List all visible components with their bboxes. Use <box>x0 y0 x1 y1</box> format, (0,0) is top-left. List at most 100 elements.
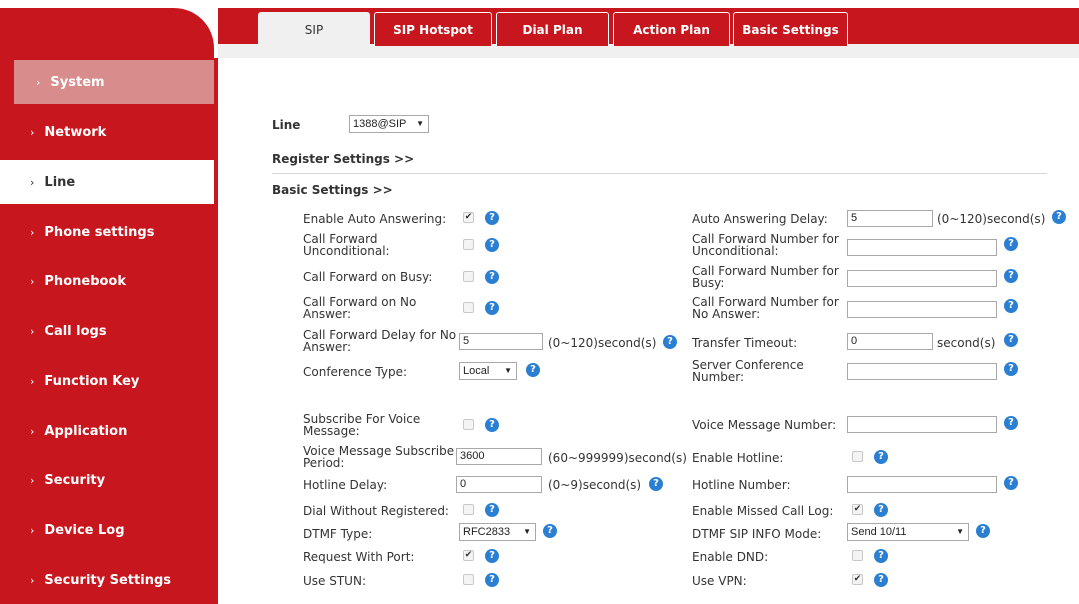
aa-delay-label: Auto Answering Delay: <box>692 212 828 226</box>
tab-sip[interactable]: SIP <box>258 12 370 46</box>
line-label: Line <box>272 118 301 132</box>
req-port-checkbox[interactable]: ✔ <box>463 550 474 561</box>
aa-delay-input[interactable]: 5 <box>847 210 933 227</box>
help-icon[interactable]: ? <box>1004 299 1018 313</box>
dtmf-info-value: Send 10/11 <box>851 526 907 538</box>
dtmf-info-label: DTMF SIP INFO Mode: <box>692 527 822 541</box>
divider <box>272 173 1047 174</box>
sidebar-item-phone-settings[interactable]: › Phone settings <box>0 210 214 254</box>
help-icon[interactable]: ? <box>1052 210 1066 224</box>
sidebar-item-system[interactable]: › System <box>14 60 214 104</box>
sidebar-top-curve <box>0 0 218 58</box>
help-icon[interactable]: ? <box>976 524 990 538</box>
help-icon[interactable]: ? <box>485 211 499 225</box>
help-icon[interactable]: ? <box>874 573 888 587</box>
vm-number-input[interactable] <box>847 416 997 433</box>
sidebar-item-network[interactable]: › Network <box>0 110 214 154</box>
help-icon[interactable]: ? <box>543 524 557 538</box>
hotline-number-input[interactable] <box>847 476 997 493</box>
cf-delay-input[interactable]: 5 <box>459 333 543 350</box>
chevron-right-icon: › <box>30 324 35 338</box>
cfn-busy-input[interactable] <box>847 270 997 287</box>
chevron-right-icon: › <box>30 374 35 388</box>
help-icon[interactable]: ? <box>485 238 499 252</box>
sidebar-item-line[interactable]: › Line <box>0 160 214 204</box>
sidebar-item-security-settings[interactable]: › Security Settings <box>0 558 214 602</box>
tab-sip-hotspot[interactable]: SIP Hotspot <box>374 12 492 46</box>
help-icon[interactable]: ? <box>526 363 540 377</box>
help-icon[interactable]: ? <box>874 450 888 464</box>
sidebar-item-label: Call logs <box>44 323 107 339</box>
help-icon[interactable]: ? <box>485 549 499 563</box>
vm-period-input[interactable]: 3600 <box>456 448 542 465</box>
sidebar-item-security[interactable]: › Security <box>0 458 214 502</box>
cf-uncond-label-2: Unconditional: <box>303 244 390 258</box>
help-icon[interactable]: ? <box>1004 237 1018 251</box>
chevron-right-icon: › <box>30 274 35 288</box>
chevron-down-icon: ▼ <box>956 527 964 536</box>
sidebar-item-device-log[interactable]: › Device Log <box>0 508 214 552</box>
missed-log-label: Enable Missed Call Log: <box>692 504 834 518</box>
help-icon[interactable]: ? <box>485 301 499 315</box>
dtmf-info-select[interactable]: Send 10/11 ▼ <box>847 523 969 541</box>
register-settings-link[interactable]: Register Settings >> <box>272 153 414 165</box>
hotline-delay-input[interactable]: 0 <box>456 476 542 493</box>
sidebar-item-application[interactable]: › Application <box>0 409 214 453</box>
chevron-right-icon: › <box>30 573 35 587</box>
help-icon[interactable]: ? <box>485 270 499 284</box>
cf-busy-checkbox[interactable] <box>463 271 474 282</box>
help-icon[interactable]: ? <box>1004 269 1018 283</box>
dial-without-label: Dial Without Registered: <box>303 504 449 518</box>
cfn-noans-input[interactable] <box>847 301 997 318</box>
cf-busy-label: Call Forward on Busy: <box>303 270 433 284</box>
vm-period-label-2: Period: <box>303 456 345 470</box>
help-icon[interactable]: ? <box>485 418 499 432</box>
help-icon[interactable]: ? <box>649 477 663 491</box>
conf-type-select[interactable]: Local ▼ <box>459 362 517 380</box>
help-icon[interactable]: ? <box>874 503 888 517</box>
enable-hotline-checkbox[interactable] <box>852 451 863 462</box>
use-vpn-label: Use VPN: <box>692 574 747 588</box>
cf-uncond-checkbox[interactable] <box>463 239 474 250</box>
sidebar-item-label: Application <box>44 423 128 439</box>
sidebar-item-label: System <box>50 74 105 90</box>
dtmf-type-label: DTMF Type: <box>303 527 373 541</box>
dial-without-checkbox[interactable] <box>463 504 474 515</box>
sidebar-item-label: Function Key <box>44 373 140 389</box>
sidebar-item-phonebook[interactable]: › Phonebook <box>0 259 214 303</box>
use-vpn-checkbox[interactable]: ✔ <box>852 574 863 585</box>
help-icon[interactable]: ? <box>1004 416 1018 430</box>
sub-voice-checkbox[interactable] <box>463 419 474 430</box>
help-icon[interactable]: ? <box>1004 476 1018 490</box>
tab-basic-settings[interactable]: Basic Settings <box>733 12 848 46</box>
sidebar-item-label: Security Settings <box>44 572 171 588</box>
auto-answer-checkbox[interactable]: ✔ <box>463 212 474 223</box>
help-icon[interactable]: ? <box>663 335 677 349</box>
auto-answer-label: Enable Auto Answering: <box>303 212 447 226</box>
help-icon[interactable]: ? <box>485 503 499 517</box>
help-icon[interactable]: ? <box>1004 362 1018 376</box>
tab-action-plan[interactable]: Action Plan <box>613 12 730 46</box>
tab-dial-plan[interactable]: Dial Plan <box>496 12 609 46</box>
sidebar-item-function-key[interactable]: › Function Key <box>0 359 214 403</box>
transfer-timeout-input[interactable]: 0 <box>847 333 933 350</box>
cf-noans-label-2: Answer: <box>303 307 352 321</box>
basic-settings-link[interactable]: Basic Settings >> <box>272 184 393 196</box>
help-icon[interactable]: ? <box>1004 333 1018 347</box>
missed-log-checkbox[interactable]: ✔ <box>852 504 863 515</box>
dtmf-type-select[interactable]: RFC2833 ▼ <box>459 523 536 541</box>
server-conf-input[interactable] <box>847 363 997 380</box>
help-icon[interactable]: ? <box>485 573 499 587</box>
chevron-right-icon: › <box>30 125 35 139</box>
enable-dnd-checkbox[interactable] <box>852 550 863 561</box>
chevron-down-icon: ▼ <box>523 527 531 536</box>
line-select[interactable]: 1388@SIP ▼ <box>349 115 429 133</box>
help-icon[interactable]: ? <box>874 549 888 563</box>
cfn-busy-label-2: Busy: <box>692 276 725 290</box>
hotline-delay-unit: (0~9)second(s) <box>548 478 642 492</box>
use-stun-checkbox[interactable] <box>463 574 474 585</box>
sidebar-item-call-logs[interactable]: › Call logs <box>0 309 214 353</box>
cf-noans-checkbox[interactable] <box>463 302 474 313</box>
chevron-down-icon: ▼ <box>416 119 424 128</box>
cfn-uncond-input[interactable] <box>847 239 997 256</box>
